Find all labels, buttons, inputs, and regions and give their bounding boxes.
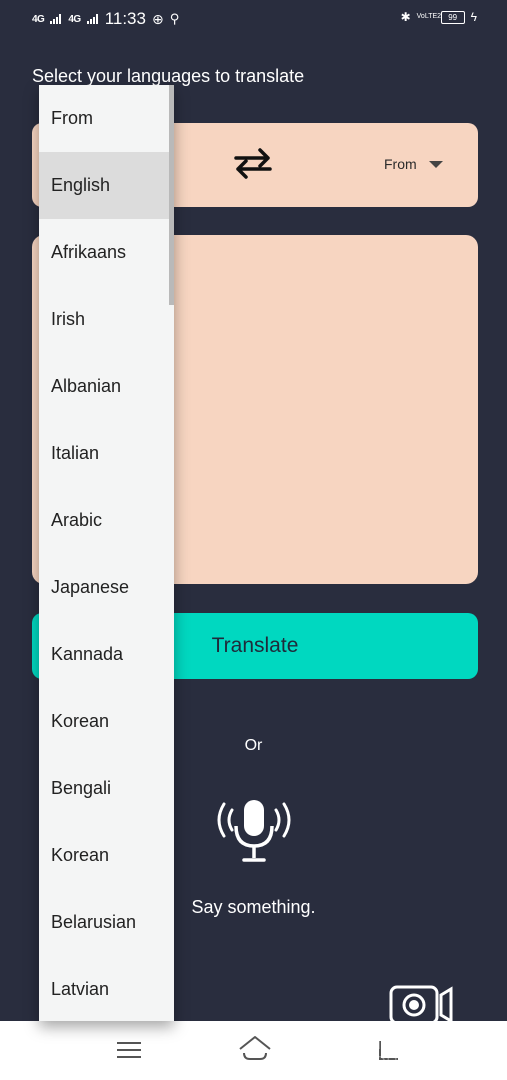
dropdown-item[interactable]: Latvian: [39, 956, 174, 1021]
bluetooth-icon: ✱: [400, 10, 411, 24]
dropdown-item-label: From: [51, 108, 93, 128]
dropdown-item-label: Bengali: [51, 778, 112, 798]
signal-icon: [50, 14, 62, 24]
translate-button-label: Translate: [211, 634, 299, 657]
sim2-indicator: 4G: [68, 13, 81, 25]
recorder-icon[interactable]: [389, 985, 455, 1025]
status-bar: 4G 4G 11:33 ⊕ ⚲ ✱ VoLTE2 99 ϟ: [0, 0, 507, 40]
dropdown-item[interactable]: Bengali: [39, 755, 174, 822]
dropdown-item[interactable]: Albanian: [39, 353, 174, 420]
charging-icon: ϟ: [470, 10, 477, 24]
dropdown-item-label: Afrikaans: [51, 242, 127, 262]
dropdown-item-label: Irish: [51, 309, 86, 329]
to-language-select[interactable]: From: [384, 156, 443, 172]
home-icon[interactable]: [238, 1035, 272, 1061]
dropdown-item-label: Korean: [51, 845, 110, 865]
from-language-dropdown[interactable]: From English Afrikaans Irish Albanian It…: [39, 85, 174, 1021]
usb-icon: ⚲: [169, 11, 180, 26]
dropdown-item-label: Korean: [51, 711, 110, 731]
dropdown-item[interactable]: Arabic: [39, 487, 174, 554]
dropdown-item-label: Italian: [51, 443, 100, 463]
dropdown-item[interactable]: Korean: [39, 822, 174, 889]
dropdown-item[interactable]: Irish: [39, 286, 174, 353]
dropdown-item-label: English: [51, 175, 111, 195]
dropdown-item[interactable]: Afrikaans: [39, 219, 174, 286]
dropdown-item-label: Belarusian: [51, 912, 137, 932]
clock: 11:33: [104, 9, 146, 28]
signal-icon-2: [86, 14, 99, 24]
battery-level: 99: [448, 12, 458, 22]
dropdown-item[interactable]: Italian: [39, 420, 174, 487]
lte-indicator: VoLTE2: [416, 13, 442, 20]
dropdown-item[interactable]: Korean: [39, 688, 174, 755]
dropdown-item-label: Albanian: [51, 376, 122, 396]
battery-icon: 99: [440, 10, 465, 24]
dropdown-item[interactable]: From: [39, 85, 174, 152]
dropdown-item-label: Kannada: [51, 644, 124, 664]
dropdown-item[interactable]: Belarusian: [39, 889, 174, 956]
page-subtitle: Select your languages to translate: [32, 66, 305, 86]
vpn-icon: ⊕: [151, 10, 164, 27]
dropdown-item[interactable]: Kannada: [39, 621, 174, 688]
menu-icon[interactable]: [117, 1041, 141, 1059]
recorder-watermark: MASTER RECORDER: [338, 1036, 434, 1071]
mic-icon[interactable]: [214, 796, 294, 868]
to-language-value: From: [384, 156, 417, 172]
dropdown-item-label: Japanese: [51, 577, 130, 597]
dropdown-item-label: Latvian: [51, 979, 110, 999]
swap-icon[interactable]: [230, 145, 276, 181]
sim1-indicator: 4G: [32, 13, 45, 25]
chevron-down-icon: [428, 160, 443, 168]
dropdown-item[interactable]: Japanese: [39, 554, 174, 621]
dropdown-scrollbar[interactable]: [169, 85, 174, 305]
dropdown-item-selected[interactable]: English: [39, 152, 174, 219]
dropdown-item-label: Arabic: [51, 510, 103, 530]
